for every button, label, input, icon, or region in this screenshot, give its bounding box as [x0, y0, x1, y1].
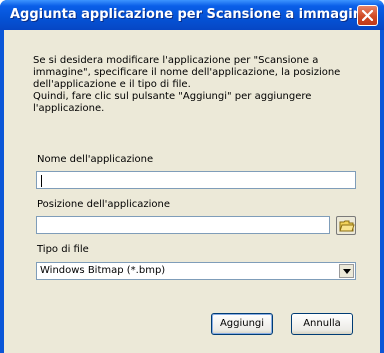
cancel-button[interactable]: Annulla — [291, 313, 353, 335]
dropdown-button[interactable] — [339, 264, 354, 278]
app-location-label: Posizione dell'applicazione — [37, 199, 171, 210]
instructions-line: immagine", specificare il nome dell'appl… — [33, 67, 341, 78]
file-type-value: Windows Bitmap (*.bmp) — [40, 265, 166, 276]
window-title: Aggiunta applicazione per Scansione a im… — [10, 7, 371, 22]
instructions-line: dell'applicazione e il tipo di file. — [33, 79, 191, 90]
close-icon — [362, 10, 373, 21]
close-button[interactable] — [357, 5, 378, 26]
app-name-input[interactable] — [36, 171, 356, 189]
browse-button[interactable] — [336, 216, 356, 235]
instructions-text: Se si desidera modificare l'applicazione… — [33, 55, 363, 115]
file-type-select[interactable]: Windows Bitmap (*.bmp) — [36, 262, 356, 280]
app-name-label: Nome dell'applicazione — [37, 154, 154, 165]
title-bar[interactable]: Aggiunta applicazione per Scansione a im… — [0, 0, 384, 30]
instructions-line: Se si desidera modificare l'applicazione… — [33, 55, 319, 66]
text-caret — [41, 175, 42, 187]
add-button[interactable]: Aggiungi — [211, 313, 273, 335]
folder-icon — [339, 220, 355, 232]
app-location-input[interactable] — [36, 216, 330, 234]
instructions-line: Quindi, fare clic sul pulsante "Aggiungi… — [33, 91, 312, 102]
instructions-line: l'applicazione. — [33, 103, 105, 114]
chevron-down-icon — [343, 269, 351, 274]
file-type-label: Tipo di file — [37, 244, 89, 255]
